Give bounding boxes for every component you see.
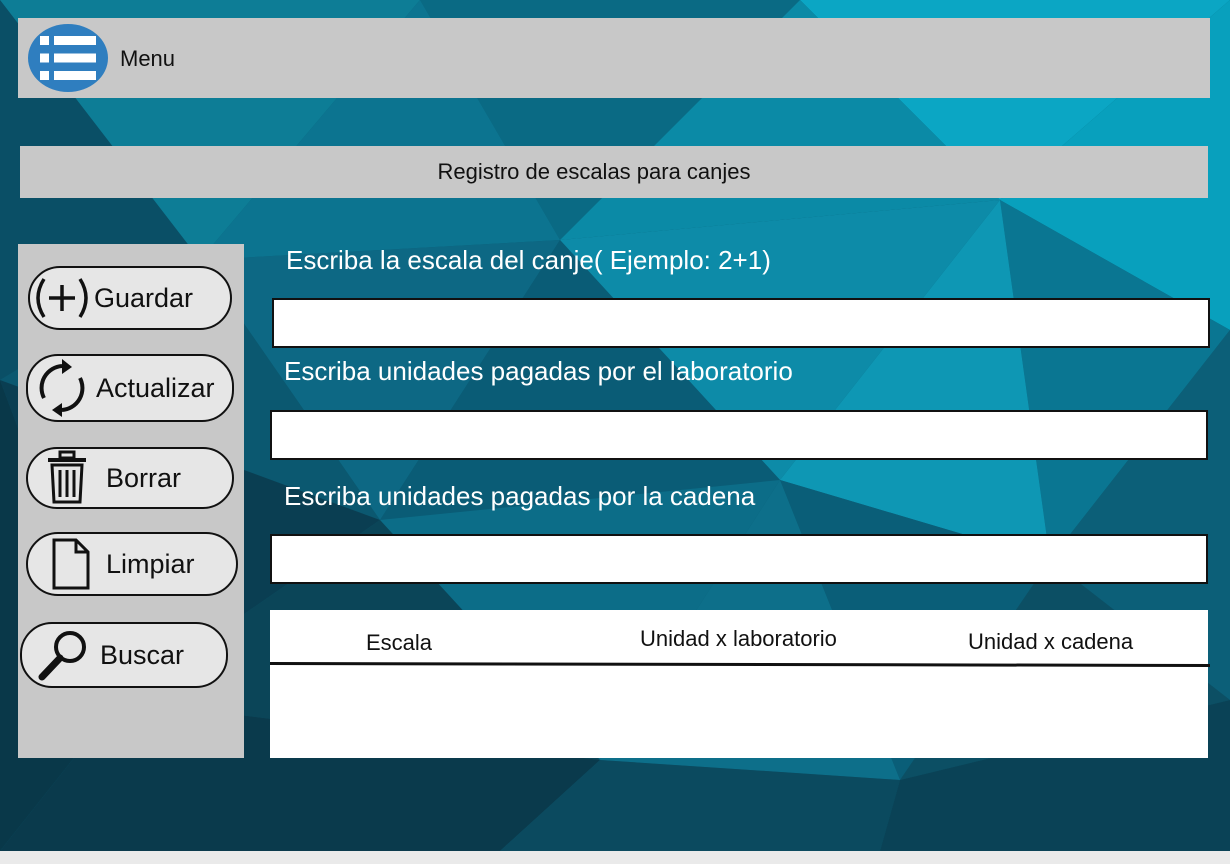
scale-prompt: Escriba la escala del canje( Ejemplo: 2+… [286, 245, 771, 275]
action-sidebar: Guardar Actualizar Borrar Limpiar Buscar [18, 244, 244, 758]
magnifier-icon [38, 631, 86, 681]
search-button[interactable]: Buscar [20, 622, 228, 688]
scale-input[interactable] [272, 298, 1210, 348]
column-header-unidad-laboratorio[interactable]: Unidad x laboratorio [640, 626, 837, 652]
update-button-label: Actualizar [96, 372, 215, 403]
refresh-icon [39, 359, 85, 417]
menu-label[interactable]: Menu [120, 46, 175, 72]
title-bar: Registro de escalas para canjes [20, 146, 1208, 198]
search-button-label: Buscar [100, 639, 185, 670]
escalas-table: Escala Unidad x laboratorio Unidad x cad… [269, 610, 1211, 758]
chain-units-input[interactable] [270, 534, 1208, 584]
menu-list-icon[interactable] [28, 24, 108, 92]
header-bar [18, 18, 1210, 98]
column-header-escala[interactable]: Escala [366, 630, 432, 656]
column-header-unidad-cadena[interactable]: Unidad x cadena [968, 629, 1133, 655]
lab-units-prompt: Escriba unidades pagadas por el laborato… [284, 356, 793, 386]
table-header-divider [269, 662, 1211, 667]
delete-button[interactable]: Borrar [26, 447, 234, 509]
delete-button-label: Borrar [106, 462, 182, 493]
page-title: Registro de escalas para canjes [437, 159, 751, 184]
clear-button-label: Limpiar [106, 548, 195, 579]
clear-button[interactable]: Limpiar [26, 532, 238, 596]
save-button-label: Guardar [94, 282, 194, 313]
chain-units-prompt: Escriba unidades pagadas por la cadena [284, 481, 756, 511]
trash-icon [48, 450, 86, 504]
update-button[interactable]: Actualizar [26, 354, 234, 422]
plus-circle-icon [36, 278, 88, 318]
document-icon [52, 538, 90, 590]
save-button[interactable]: Guardar [28, 266, 232, 330]
lab-units-input[interactable] [270, 410, 1208, 460]
